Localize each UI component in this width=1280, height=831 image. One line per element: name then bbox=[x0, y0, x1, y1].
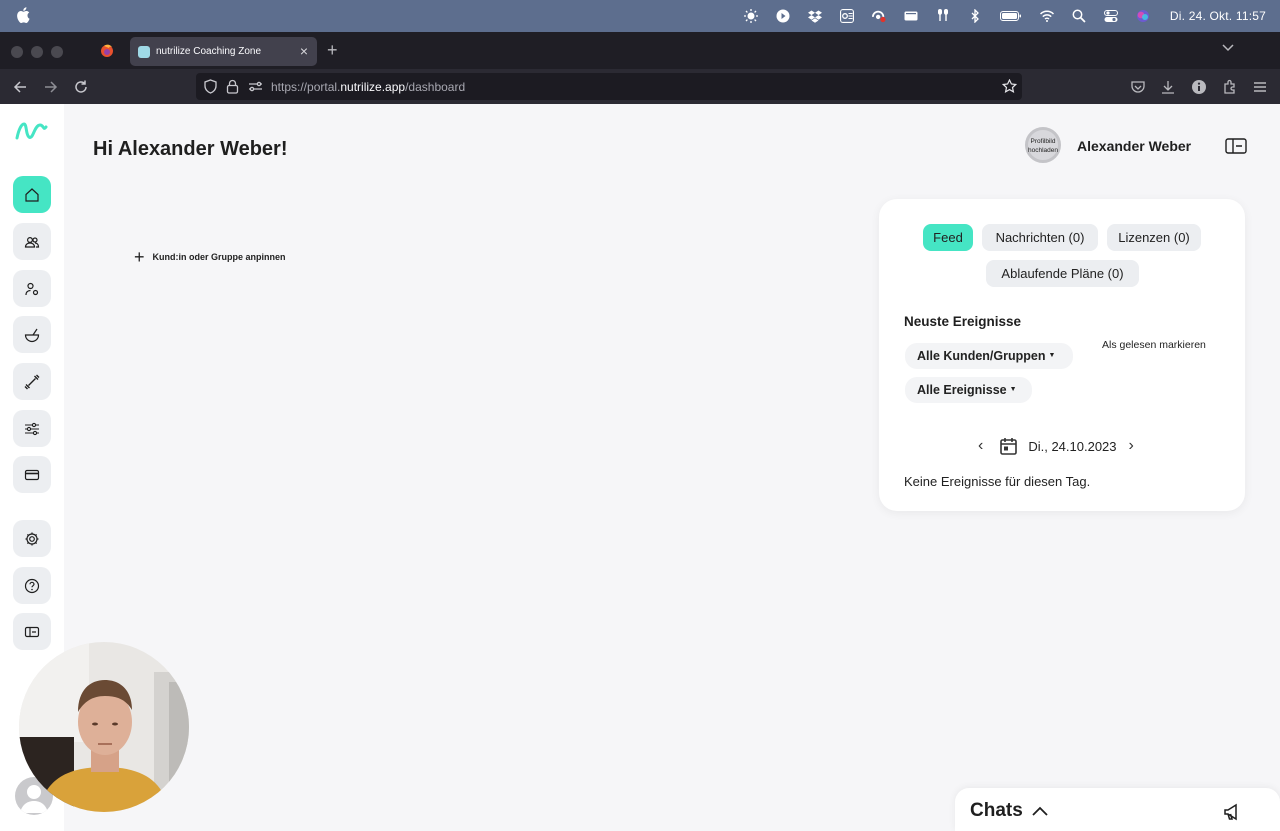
battery-icon[interactable] bbox=[999, 9, 1022, 23]
menu-bar: Di. 24. Okt. 11:57 bbox=[0, 0, 1280, 32]
downloads-icon[interactable] bbox=[1160, 79, 1176, 95]
tab-title: nutrilize Coaching Zone bbox=[156, 46, 262, 57]
pocket-icon[interactable] bbox=[1130, 79, 1146, 95]
extension-info-icon[interactable] bbox=[1191, 79, 1207, 95]
bluetooth-icon[interactable] bbox=[968, 9, 982, 23]
avatar-upload[interactable]: Profilbild hochladen bbox=[1025, 127, 1061, 163]
sidebar-item-nutrition[interactable] bbox=[13, 316, 51, 353]
url-text[interactable]: https://portal.nutrilize.app/dashboard bbox=[271, 80, 465, 94]
credit-card-icon bbox=[24, 469, 40, 480]
tab-licenses[interactable]: Lizenzen (0) bbox=[1107, 224, 1201, 251]
megaphone-icon[interactable] bbox=[1223, 802, 1243, 822]
status-tray: Di. 24. Okt. 11:57 bbox=[743, 0, 1280, 32]
display-icon[interactable] bbox=[904, 9, 918, 23]
pin-customer-label: Kund:in oder Gruppe anpinnen bbox=[152, 252, 286, 262]
sidebar-item-account[interactable] bbox=[13, 270, 51, 307]
back-icon[interactable] bbox=[12, 79, 28, 95]
next-day-button[interactable]: › bbox=[1129, 437, 1134, 455]
sidebar-item-settings[interactable] bbox=[13, 520, 51, 557]
plus-icon: + bbox=[134, 247, 145, 267]
sliders-icon bbox=[25, 422, 39, 435]
users-icon bbox=[24, 236, 40, 248]
record-icon[interactable] bbox=[871, 9, 886, 23]
tab-close-icon[interactable]: × bbox=[300, 43, 308, 59]
help-icon bbox=[24, 578, 40, 593]
forward-icon[interactable] bbox=[43, 79, 59, 95]
caret-down-icon: ▼ bbox=[1009, 385, 1017, 393]
tab-expiring-plans[interactable]: Ablaufende Pläne (0) bbox=[986, 260, 1139, 287]
tab-feed[interactable]: Feed bbox=[923, 224, 973, 251]
lock-icon[interactable] bbox=[225, 79, 240, 94]
dumbbell-icon bbox=[24, 374, 40, 389]
sidebar-item-help[interactable] bbox=[13, 567, 51, 604]
url-bar[interactable]: https://portal.nutrilize.app/dashboard bbox=[196, 73, 1022, 100]
tab-messages[interactable]: Nachrichten (0) bbox=[982, 224, 1098, 251]
nutrilize-favicon bbox=[138, 45, 150, 58]
bookmark-star-icon[interactable] bbox=[1002, 79, 1017, 94]
wifi-icon[interactable] bbox=[1039, 9, 1054, 23]
caret-down-icon: ▼ bbox=[1048, 351, 1056, 359]
permissions-icon[interactable] bbox=[248, 79, 263, 94]
pin-customer-button[interactable]: + Kund:in oder Gruppe anpinnen bbox=[134, 247, 286, 267]
dropbox-icon[interactable] bbox=[807, 9, 822, 23]
sidebar-item-payments[interactable] bbox=[13, 456, 51, 493]
home-icon bbox=[25, 187, 39, 202]
minimize-window-button[interactable] bbox=[31, 46, 43, 58]
sidebar-item-logout[interactable] bbox=[13, 613, 51, 650]
date-navigator: ‹ Di., 24.10.2023 › bbox=[978, 437, 1134, 455]
nutrilize-logo[interactable] bbox=[14, 118, 48, 144]
window-controls bbox=[11, 46, 63, 58]
sidebar-item-customers[interactable] bbox=[13, 223, 51, 260]
logout-header-icon[interactable] bbox=[1225, 137, 1247, 155]
play-icon[interactable] bbox=[776, 9, 790, 23]
sidebar-item-training[interactable] bbox=[13, 363, 51, 400]
sidebar-item-settings-sliders[interactable] bbox=[13, 410, 51, 447]
event-filter-label: Alle Ereignisse bbox=[917, 383, 1007, 397]
reload-icon[interactable] bbox=[73, 79, 89, 95]
control-center-icon[interactable] bbox=[1103, 9, 1118, 23]
bowl-icon bbox=[24, 328, 40, 342]
user-settings-icon bbox=[25, 282, 39, 295]
sidebar-item-home[interactable] bbox=[13, 176, 51, 213]
extensions-icon[interactable] bbox=[1222, 79, 1238, 95]
browser-tab-active[interactable]: nutrilize Coaching Zone × bbox=[130, 37, 317, 66]
chats-label[interactable]: Chats bbox=[970, 800, 1023, 822]
webcam-overlay bbox=[19, 642, 189, 812]
logout-icon bbox=[24, 626, 40, 637]
chevron-up-icon[interactable] bbox=[1032, 804, 1048, 818]
new-tab-button[interactable]: + bbox=[327, 40, 338, 61]
calendar-icon[interactable] bbox=[1000, 437, 1018, 455]
url-domain: nutrilize.app bbox=[340, 79, 406, 94]
apple-icon[interactable] bbox=[16, 7, 30, 23]
list-all-tabs-icon[interactable] bbox=[1222, 43, 1234, 53]
menu-icon[interactable] bbox=[1252, 79, 1268, 95]
event-filter-dropdown[interactable]: Alle Ereignisse ▼ bbox=[905, 377, 1032, 403]
current-date[interactable]: Di., 24.10.2023 bbox=[1028, 439, 1116, 454]
shield-icon[interactable] bbox=[203, 79, 218, 94]
outlook-icon[interactable] bbox=[839, 9, 854, 23]
menubar-clock[interactable]: Di. 24. Okt. 11:57 bbox=[1170, 9, 1266, 23]
page-title: Hi Alexander Weber! bbox=[93, 138, 288, 160]
url-path: /dashboard bbox=[405, 79, 466, 94]
gear-icon bbox=[25, 532, 39, 545]
brightness-icon[interactable] bbox=[743, 9, 758, 23]
customer-filter-dropdown[interactable]: Alle Kunden/Gruppen ▼ bbox=[905, 343, 1073, 369]
user-name: Alexander Weber bbox=[1077, 138, 1192, 154]
airpods-icon[interactable] bbox=[936, 9, 950, 23]
siri-icon[interactable] bbox=[1136, 9, 1150, 23]
url-prefix: https://portal. bbox=[271, 79, 341, 94]
prev-day-button[interactable]: ‹ bbox=[978, 437, 983, 455]
empty-state-text: Keine Ereignisse für diesen Tag. bbox=[904, 474, 1091, 489]
section-title: Neuste Ereignisse bbox=[904, 314, 1022, 329]
close-window-button[interactable] bbox=[11, 46, 23, 58]
zoom-window-button[interactable] bbox=[51, 46, 63, 58]
spotlight-icon[interactable] bbox=[1072, 9, 1086, 23]
firefox-view-icon[interactable] bbox=[96, 40, 120, 62]
mark-read-button[interactable]: Als gelesen markieren bbox=[1102, 339, 1206, 351]
customer-filter-label: Alle Kunden/Gruppen bbox=[917, 349, 1046, 363]
